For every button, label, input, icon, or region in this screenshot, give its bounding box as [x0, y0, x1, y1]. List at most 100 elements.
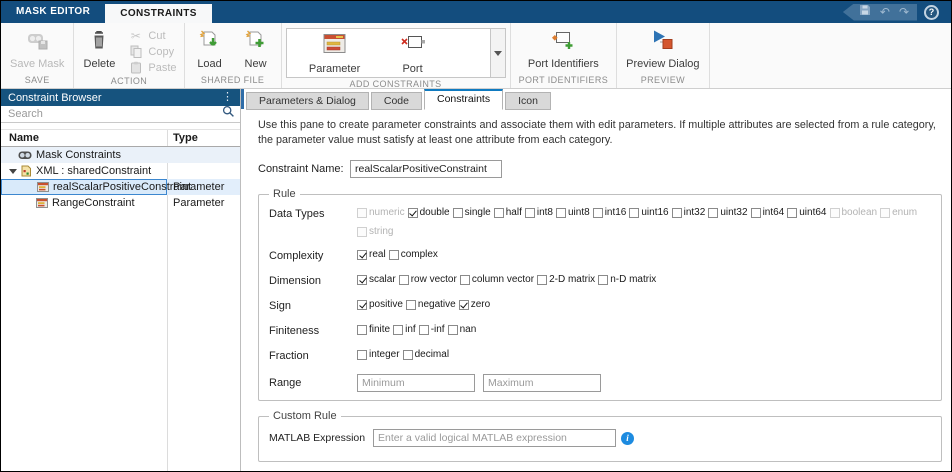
- column-header-name[interactable]: Name: [1, 132, 167, 144]
- constraint-name-input[interactable]: [350, 160, 502, 179]
- delete-button[interactable]: Delete: [78, 26, 120, 71]
- checkbox-real[interactable]: real: [357, 249, 386, 260]
- save-icon[interactable]: [859, 4, 871, 21]
- gallery-dropdown-button[interactable]: [489, 29, 505, 77]
- checkbox-finite[interactable]: finite: [357, 324, 390, 335]
- tab-parameters-dialog[interactable]: Parameters & Dialog: [246, 92, 369, 110]
- checkbox-label: column vector: [471, 274, 535, 286]
- checkbox-decimal[interactable]: decimal: [402, 349, 449, 360]
- xml-file-icon: [20, 165, 32, 177]
- copy-label: Copy: [148, 45, 175, 58]
- checkbox-integer[interactable]: integer: [357, 349, 400, 360]
- checkbox-n-D-matrix[interactable]: n-D matrix: [598, 274, 656, 285]
- unchecked-box-icon: [592, 207, 603, 218]
- new-button[interactable]: New: [235, 26, 277, 71]
- help-icon[interactable]: ?: [924, 4, 939, 20]
- checkbox-label: half: [505, 207, 522, 219]
- unchecked-box-icon: [787, 207, 798, 218]
- checkbox-label: int32: [683, 207, 706, 219]
- tab-constraints-pane[interactable]: Constraints: [423, 89, 504, 110]
- unchecked-box-icon: [750, 207, 761, 218]
- unchecked-box-icon: [357, 226, 367, 237]
- checkbox-half[interactable]: half: [493, 207, 522, 219]
- tree-row-real-scalar-positive-constraint[interactable]: realScalarPositiveConstraint Parameter: [1, 179, 240, 195]
- checkbox-int32[interactable]: int32: [671, 207, 706, 219]
- quick-access-strip: ↶ ↷: [842, 3, 917, 21]
- checkbox-nan[interactable]: nan: [447, 324, 477, 336]
- port-identifiers-button[interactable]: Port Identifiers: [523, 26, 604, 71]
- tree-row-xml-shared-constraint[interactable]: XML : sharedConstraint: [1, 163, 240, 179]
- tree-row-range-constraint[interactable]: RangeConstraint Parameter: [1, 195, 240, 211]
- rule-row-data-types: Data Types numeric double single half int8 uin…: [269, 207, 933, 237]
- rule-category-label: Complexity: [269, 250, 324, 263]
- cut-icon: ✂: [130, 28, 141, 43]
- checkbox-row-vector[interactable]: row vector: [398, 274, 457, 285]
- tab-icon[interactable]: Icon: [505, 92, 551, 110]
- undo-icon[interactable]: ↶: [880, 6, 890, 18]
- preview-dialog-button[interactable]: Preview Dialog: [621, 26, 704, 71]
- unchecked-box-icon: [829, 207, 840, 218]
- ribbon: Save Mask SAVE Delete ✂ Cut Copy Paste A…: [1, 23, 951, 89]
- port-label: Port: [402, 62, 423, 75]
- matlab-expression-input[interactable]: [373, 429, 616, 448]
- checkbox-uint16[interactable]: uint16: [629, 207, 669, 218]
- checkbox-label: nan: [459, 324, 477, 336]
- expander-icon[interactable]: [9, 168, 17, 174]
- rule-row-dimension: Dimension scalar row vector column vector 2-…: [269, 274, 933, 287]
- checkbox-inf[interactable]: inf: [393, 324, 416, 335]
- matlab-expression-label: MATLAB Expression: [269, 432, 366, 445]
- checkbox-zero[interactable]: zero: [458, 299, 490, 310]
- checkbox-label: uint32: [720, 207, 748, 219]
- range-maximum-input[interactable]: [483, 374, 601, 393]
- titlebar: MASK EDITOR CONSTRAINTS ↶ ↷ ?: [1, 1, 951, 23]
- editor-panel: Parameters & Dialog Code Constraints Ico…: [241, 89, 951, 471]
- checkbox-column-vector[interactable]: column vector: [459, 274, 535, 286]
- checkbox-int64[interactable]: int64: [750, 207, 784, 218]
- rule-category-label: Finiteness: [269, 325, 320, 338]
- load-button[interactable]: Load: [189, 26, 231, 71]
- delete-label: Delete: [83, 58, 116, 70]
- checkbox-int8[interactable]: int8: [524, 207, 553, 218]
- range-minimum-input[interactable]: [357, 374, 475, 393]
- rule-options: integer decimal: [357, 349, 933, 360]
- ribbon-filler: [710, 23, 951, 88]
- parameter-label: Parameter: [308, 62, 361, 75]
- checkbox-negative[interactable]: negative: [405, 299, 456, 311]
- checkbox-positive[interactable]: positive: [357, 299, 403, 310]
- checkbox-label: string: [369, 226, 394, 238]
- checkbox-2-D-matrix[interactable]: 2-D matrix: [537, 274, 595, 285]
- constraint-browser-header: Constraint Browser ⋮: [1, 89, 240, 106]
- search-icon[interactable]: [222, 105, 235, 123]
- checkbox-label: enum: [892, 207, 918, 219]
- parameter-constraint-button[interactable]: Parameter: [299, 29, 371, 77]
- column-header-type[interactable]: Type: [167, 132, 198, 144]
- checkbox-uint8[interactable]: uint8: [556, 207, 590, 218]
- tree-row-label: RangeConstraint: [52, 197, 135, 209]
- checkbox-single[interactable]: single: [452, 207, 491, 218]
- info-icon[interactable]: i: [621, 431, 634, 445]
- tab-mask-editor[interactable]: MASK EDITOR: [1, 1, 105, 23]
- checkbox-complex[interactable]: complex: [388, 249, 438, 260]
- ribbon-section-port-identifiers: Port Identifiers PORT IDENTIFIERS: [511, 23, 618, 88]
- tab-constraints[interactable]: CONSTRAINTS: [105, 4, 212, 23]
- unchecked-box-icon: [598, 274, 609, 285]
- new-label: New: [244, 58, 267, 70]
- checkbox-scalar[interactable]: scalar: [357, 274, 396, 285]
- checkbox-double[interactable]: double: [407, 207, 450, 218]
- panel-menu-icon[interactable]: ⋮: [222, 92, 233, 103]
- section-label-shared-file: SHARED FILE: [200, 75, 265, 85]
- checkbox--inf[interactable]: -inf: [418, 324, 445, 335]
- redo-icon[interactable]: ↷: [899, 6, 909, 18]
- search-input[interactable]: [8, 108, 222, 120]
- checkbox-uint32[interactable]: uint32: [708, 207, 748, 219]
- mask-editor-window: MASK EDITOR CONSTRAINTS ↶ ↷ ? Save Mask: [0, 0, 952, 472]
- preview-dialog-label: Preview Dialog: [626, 58, 700, 70]
- checkbox-uint64[interactable]: uint64: [787, 207, 827, 218]
- checkbox-label: negative: [417, 299, 456, 311]
- splitter-handle[interactable]: [241, 89, 244, 109]
- constraint-name-row: Constraint Name:: [258, 160, 943, 179]
- tab-code[interactable]: Code: [370, 92, 422, 110]
- tree-row-mask-constraints[interactable]: Mask Constraints: [1, 147, 240, 163]
- port-constraint-button[interactable]: Port: [377, 29, 449, 77]
- checkbox-int16[interactable]: int16: [592, 207, 626, 218]
